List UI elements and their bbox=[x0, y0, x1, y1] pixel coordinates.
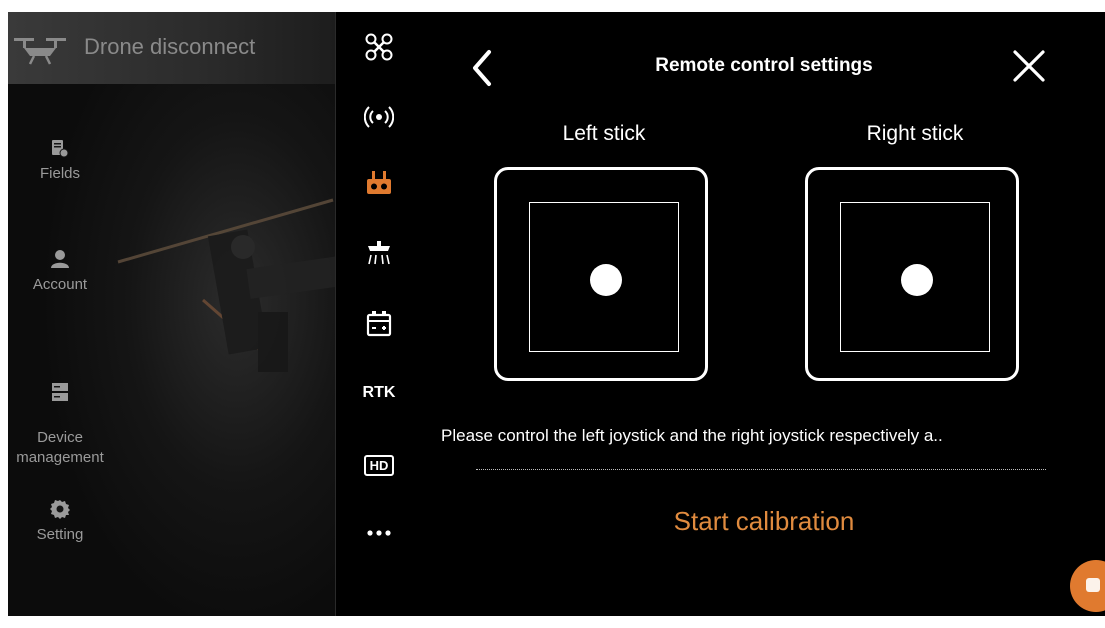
rail-rtk-button[interactable]: RTK bbox=[362, 376, 396, 410]
settings-category-rail: RTK HD bbox=[335, 12, 424, 616]
left-stick-label: Left stick bbox=[562, 122, 646, 145]
drone-status-bar[interactable]: Drone disconnect bbox=[8, 12, 335, 84]
close-icon[interactable] bbox=[1011, 48, 1047, 84]
drone-status-icon bbox=[14, 38, 66, 65]
signal-icon bbox=[364, 106, 394, 128]
drone-icon bbox=[365, 33, 393, 61]
device-icon bbox=[52, 383, 68, 401]
page-title: Remote control settings bbox=[655, 55, 873, 76]
rail-drone-button[interactable] bbox=[362, 30, 396, 64]
right-stick-position-dot bbox=[901, 264, 933, 296]
divider bbox=[476, 469, 1046, 470]
nav-item-setting[interactable]: Setting bbox=[8, 499, 112, 545]
calibration-instruction: Please control the left joystick and the… bbox=[441, 426, 943, 445]
remote-controller-icon bbox=[367, 171, 391, 194]
drone-background-image bbox=[117, 198, 335, 372]
remote-control-settings-panel: Remote control settings Left stick Right… bbox=[423, 12, 1105, 616]
app-screen: Drone disconnect Fields Account Device m… bbox=[8, 12, 1105, 616]
hd-label: HD bbox=[363, 454, 395, 476]
nav-item-device-management[interactable]: Device management bbox=[8, 362, 112, 468]
rail-hd-button[interactable]: HD bbox=[362, 448, 396, 482]
more-icon bbox=[367, 530, 391, 536]
rail-signal-button[interactable] bbox=[362, 100, 396, 134]
start-calibration-button[interactable]: Start calibration bbox=[423, 506, 1105, 537]
nav-label-fields: Fields bbox=[39, 165, 80, 182]
right-stick-label: Right stick bbox=[866, 122, 964, 145]
account-icon bbox=[51, 250, 69, 268]
nav-label-setting: Setting bbox=[36, 526, 84, 543]
left-panel: Drone disconnect Fields Account Device m… bbox=[8, 12, 335, 616]
rail-remote-controller-button[interactable] bbox=[362, 166, 396, 200]
battery-icon bbox=[366, 311, 392, 337]
right-stick-range-box bbox=[840, 202, 990, 352]
right-stick-indicator bbox=[805, 167, 1019, 381]
nav-item-fields[interactable]: Fields bbox=[8, 138, 112, 184]
left-stick-position-dot bbox=[590, 264, 622, 296]
drone-status-label: Drone disconnect bbox=[84, 34, 256, 59]
nav-label-account: Account bbox=[32, 276, 88, 293]
nav-label-device-management: Device management bbox=[16, 429, 104, 466]
fields-icon bbox=[52, 140, 69, 158]
rail-battery-button[interactable] bbox=[362, 306, 396, 340]
floating-button-icon bbox=[1086, 578, 1100, 592]
rail-more-button[interactable] bbox=[362, 516, 396, 550]
rail-spray-button[interactable] bbox=[362, 236, 396, 270]
left-stick-range-box bbox=[529, 202, 679, 352]
nav-item-account[interactable]: Account bbox=[8, 249, 112, 295]
spray-icon bbox=[368, 241, 390, 265]
gear-icon bbox=[50, 500, 70, 519]
left-stick-indicator bbox=[494, 167, 708, 381]
